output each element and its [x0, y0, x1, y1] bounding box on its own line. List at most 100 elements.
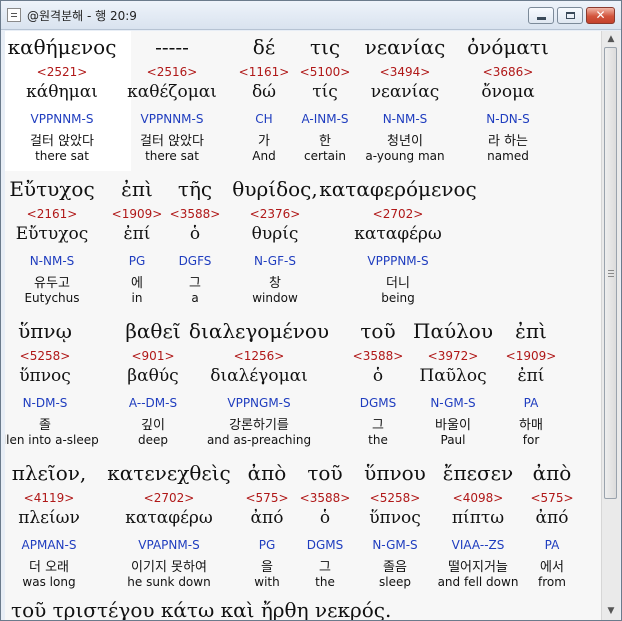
word-parse: VIAA--ZS [451, 538, 505, 552]
word-eng: Paul [440, 433, 466, 447]
vertical-scrollbar[interactable]: ▲ ▼ [601, 31, 620, 620]
word-num: <3588> [299, 491, 351, 505]
word-lemma: ὁ [372, 366, 384, 386]
word-greek: τοῦ [307, 461, 343, 485]
word-parse: VPPNNM-S [30, 112, 94, 126]
word-num: <3588> [169, 207, 221, 221]
word-greek: ἀπὸ [532, 461, 572, 485]
word-num: <901> [131, 349, 175, 363]
word-kor: 라 하는 [487, 134, 529, 149]
word-lemma: ἐπί [123, 224, 151, 244]
word-num: <2376> [249, 207, 301, 221]
word-eng: And [252, 149, 276, 163]
word-parse: N-NM-S [29, 254, 75, 268]
word-parse: N-GF-S [254, 254, 296, 268]
scroll-down-arrow-icon[interactable]: ▼ [603, 603, 619, 619]
word-greek: βαθεῖ [125, 319, 181, 343]
word-kor: 더 오래 [28, 560, 70, 575]
word-kor: 졸 [39, 418, 51, 433]
word-eng: named [487, 149, 529, 163]
minimize-icon [537, 17, 546, 20]
word-lemma: ἐπί [517, 366, 545, 386]
word-lemma: ὕπνος [19, 366, 71, 386]
word-num: <575> [530, 491, 574, 505]
word-greek: θυρίδος, [232, 177, 318, 201]
word-eng: certain [304, 149, 346, 163]
word-eng: and fell down [437, 575, 519, 589]
word-greek: ----- [155, 35, 189, 59]
word-kor: 청년이 [387, 134, 423, 149]
word-parse: N-DM-S [22, 396, 68, 410]
title-bar[interactable]: @원격분해 - 행 20:9 ✕ [1, 1, 621, 30]
word-num: <2516> [146, 65, 198, 79]
word-lemma: ὁ [319, 508, 331, 528]
word-kor: 깊이 [141, 418, 165, 433]
word-parse: DGMS [306, 538, 344, 552]
word-greek: Εὔτυχος [9, 177, 95, 201]
word-kor: 떨어지거늘 [448, 560, 508, 575]
word-kor: 걸터 앉았다 [30, 134, 94, 149]
word-greek: τῆς [177, 177, 213, 201]
word-lemma: ἀπό [250, 508, 284, 528]
word-kor: 유두고 [34, 276, 70, 291]
word-eng: deep [138, 433, 168, 447]
close-button[interactable]: ✕ [586, 7, 615, 24]
word-num: <3588> [352, 349, 404, 363]
word-greek: τις [309, 35, 341, 59]
word-num: <5258> [369, 491, 421, 505]
word-lemma: Εὔτυχος [15, 224, 89, 244]
word-kor: 창 [269, 276, 281, 291]
scrollbar-thumb[interactable] [604, 47, 617, 499]
word-eng: in [131, 291, 143, 305]
word-kor: 그 [189, 276, 201, 291]
word-parse: N-DN-S [486, 112, 530, 126]
word-lemma: θυρίς [251, 224, 299, 244]
word-num: <5258> [19, 349, 71, 363]
word-lemma: βαθύς [127, 366, 179, 386]
word-eng: for [522, 433, 540, 447]
word-kor: 을 [261, 560, 273, 575]
word-lemma: ὄνομα [481, 82, 535, 102]
word-parse: PG [128, 254, 146, 268]
word-parse: VPPNGM-S [227, 396, 291, 410]
word-parse: CH [255, 112, 273, 126]
interlinear-view[interactable]: τοῦ τριστέγου κάτω καὶ ἤρθη νεκρός. καθή… [5, 31, 601, 620]
word-num: <2161> [26, 207, 78, 221]
word-parse: A--DM-S [128, 396, 178, 410]
word-lemma: κάθημαι [26, 82, 98, 102]
minimize-button[interactable] [528, 7, 554, 24]
word-kor: 걸터 앉았다 [140, 134, 204, 149]
word-parse: VPPPNM-S [367, 254, 429, 268]
word-eng: and as-preaching [206, 433, 312, 447]
word-num: <4098> [452, 491, 504, 505]
word-lemma: καταφέρω [125, 508, 213, 528]
word-num: <3686> [482, 65, 534, 79]
scroll-up-arrow-icon[interactable]: ▲ [603, 31, 619, 47]
close-icon: ✕ [595, 8, 606, 22]
word-kor: 더니 [386, 276, 410, 291]
maximize-button[interactable] [557, 7, 583, 24]
word-eng: with [254, 575, 280, 589]
word-greek: ὀνόματι [467, 35, 549, 59]
word-lemma: τίς [312, 82, 338, 102]
word-parse: PA [523, 396, 539, 410]
word-greek: τοῦ [360, 319, 396, 343]
word-parse: VPAPNM-S [138, 538, 200, 552]
word-eng: a [191, 291, 199, 305]
word-eng: a-young man [365, 149, 445, 163]
word-eng: the [368, 433, 388, 447]
word-kor: 바울이 [435, 418, 471, 433]
word-eng: sleep [379, 575, 411, 589]
word-parse: N-GM-S [430, 396, 476, 410]
word-eng: the [315, 575, 335, 589]
partial-verse-row: τοῦ τριστέγου κάτω καὶ ἤρθη νεκρός. [11, 598, 392, 620]
word-kor: 이기지 못하여 [131, 560, 207, 575]
word-lemma: ὕπνος [369, 508, 421, 528]
word-num: <1256> [233, 349, 285, 363]
word-greek: ἐπὶ [121, 177, 153, 201]
word-eng: was long [22, 575, 76, 589]
word-kor: 그 [319, 560, 331, 575]
document-icon[interactable] [7, 8, 21, 22]
word-greek: δέ [252, 35, 276, 59]
word-eng: Eutychus [24, 291, 80, 305]
